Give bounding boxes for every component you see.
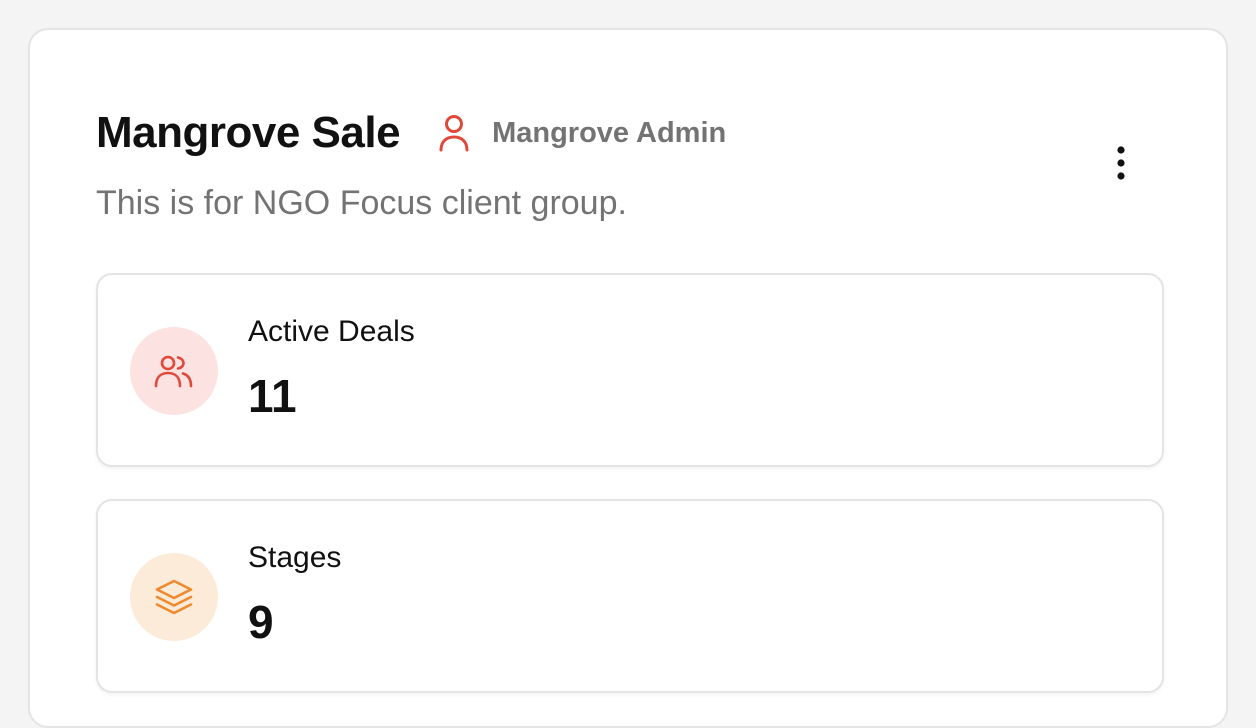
pipeline-title: Mangrove Sale [96, 108, 401, 157]
stat-label: Stages [248, 541, 342, 574]
stat-value: 9 [248, 596, 274, 648]
more-vertical-icon [1117, 146, 1125, 180]
user-icon [436, 113, 472, 153]
stat-icon-badge [130, 553, 218, 641]
stat-card-stages[interactable]: Stages 9 [96, 499, 1164, 693]
more-options-button[interactable] [1106, 140, 1136, 186]
stat-label: Active Deals [248, 315, 415, 348]
pipeline-header: Mangrove Sale Mangrove Admin [96, 108, 726, 158]
pipeline-description: This is for NGO Focus client group. [96, 184, 627, 222]
stat-icon-badge [130, 327, 218, 415]
stat-card-active-deals[interactable]: Active Deals 11 [96, 273, 1164, 467]
users-icon [154, 355, 193, 388]
stat-value: 11 [248, 370, 297, 422]
pipeline-owner: Mangrove Admin [492, 116, 727, 149]
pipeline-card: Mangrove Sale Mangrove Admin This is for… [28, 28, 1228, 728]
layers-icon [155, 579, 193, 615]
